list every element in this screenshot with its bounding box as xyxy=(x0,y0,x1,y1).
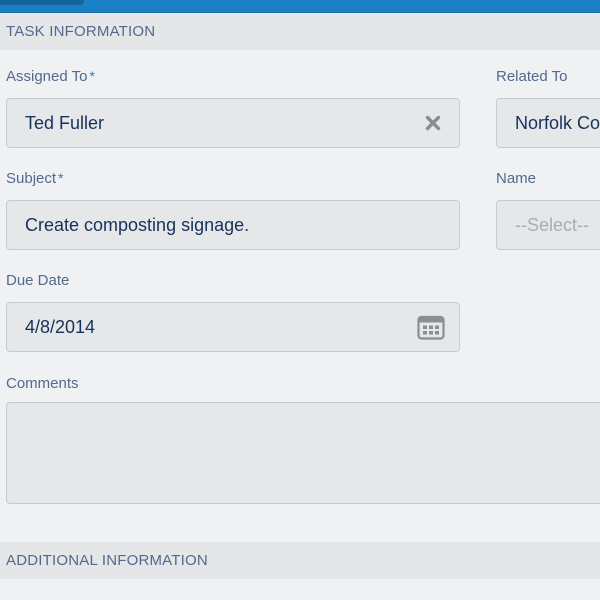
assigned-to-label: Assigned To * xyxy=(6,68,95,85)
section-title: ADDITIONAL INFORMATION xyxy=(6,552,208,569)
related-to-label: Related To xyxy=(496,68,567,85)
close-icon[interactable] xyxy=(425,115,441,131)
comments-label: Comments xyxy=(6,375,79,392)
assigned-to-label-text: Assigned To xyxy=(6,68,88,85)
assigned-to-value: Ted Fuller xyxy=(25,112,105,133)
name-select-placeholder: --Select-- xyxy=(515,214,590,235)
name-select[interactable]: --Select-- xyxy=(496,200,600,250)
section-title: TASK INFORMATION xyxy=(6,23,156,40)
related-to-label-text: Related To xyxy=(496,68,568,85)
name-label: Name xyxy=(496,170,536,187)
calendar-icon[interactable] xyxy=(417,314,445,340)
subject-value: Create composting signage. xyxy=(25,214,250,235)
comments-textarea[interactable] xyxy=(6,402,600,504)
related-to-field[interactable]: Norfolk Co xyxy=(496,98,600,148)
name-label-text: Name xyxy=(496,170,537,187)
top-header-bar xyxy=(0,0,600,13)
task-edit-form: TASK INFORMATION Assigned To * Ted Fuller… xyxy=(0,0,600,600)
subject-label: Subject * xyxy=(6,170,64,187)
required-indicator: * xyxy=(58,170,64,186)
section-header-task-information: TASK INFORMATION xyxy=(0,13,600,50)
header-tab[interactable] xyxy=(0,0,84,5)
due-date-field[interactable]: 4/8/2014 xyxy=(6,302,460,352)
due-date-value: 4/8/2014 xyxy=(25,316,96,337)
section-header-additional-information: ADDITIONAL INFORMATION xyxy=(0,542,600,579)
related-to-value: Norfolk Co xyxy=(515,112,600,133)
due-date-label-text: Due Date xyxy=(6,272,70,289)
required-indicator: * xyxy=(89,68,95,84)
due-date-label: Due Date xyxy=(6,272,69,289)
subject-field[interactable]: Create composting signage. xyxy=(6,200,460,250)
assigned-to-field[interactable]: Ted Fuller xyxy=(6,98,460,148)
subject-label-text: Subject xyxy=(6,170,57,187)
comments-label-text: Comments xyxy=(6,375,79,392)
